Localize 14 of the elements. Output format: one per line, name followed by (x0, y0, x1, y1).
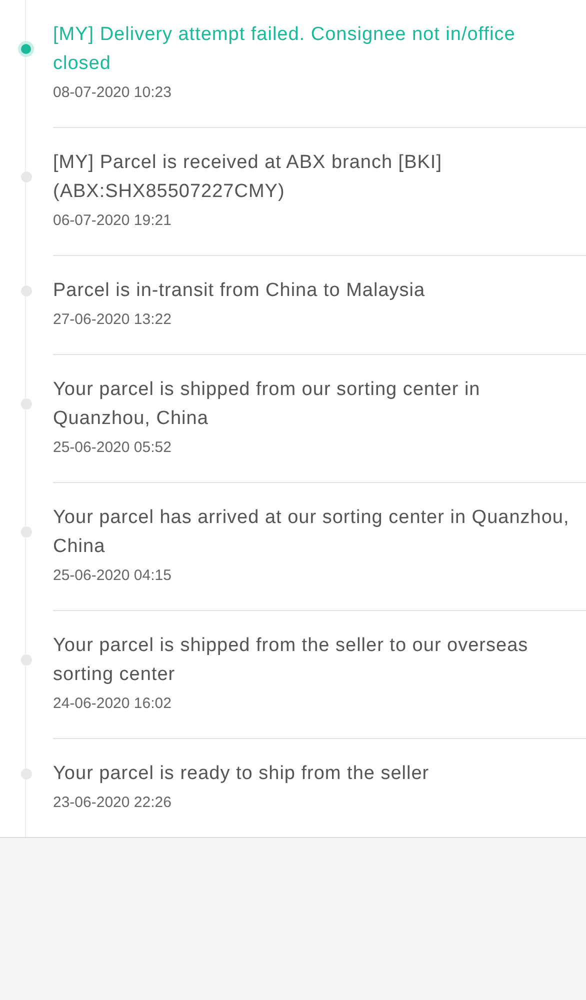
event-time: 06-07-2020 19:21 (53, 211, 172, 231)
event-text: [MY] Parcel is received at ABX branch [BKI] (ABX:SHX85507227CMY) (53, 151, 443, 204)
event-time: 24-06-2020 16:02 (53, 694, 172, 714)
event-time: 08-07-2020 10:23 (53, 83, 172, 103)
event-text: Your parcel is ready to ship from the seller (53, 762, 430, 786)
event-time: 27-06-2020 13:22 (53, 310, 172, 330)
event-text: [MY] Delivery attempt failed. Consignee not in/office closed (53, 23, 516, 76)
event-time: 25-06-2020 04:15 (53, 566, 172, 586)
event-text: Parcel is in-transit from China to Malaysia (53, 279, 426, 303)
event-text: Your parcel has arrived at our sorting center in Quanzhou, China (53, 506, 570, 559)
event-time: 25-06-2020 05:52 (53, 438, 172, 458)
event-text: Your parcel is shipped from our sorting center in Quanzhou, China (53, 378, 482, 431)
event-time: 23-06-2020 22:26 (53, 793, 172, 813)
event-text: Your parcel is shipped from the seller to our overseas sorting center (53, 634, 530, 687)
